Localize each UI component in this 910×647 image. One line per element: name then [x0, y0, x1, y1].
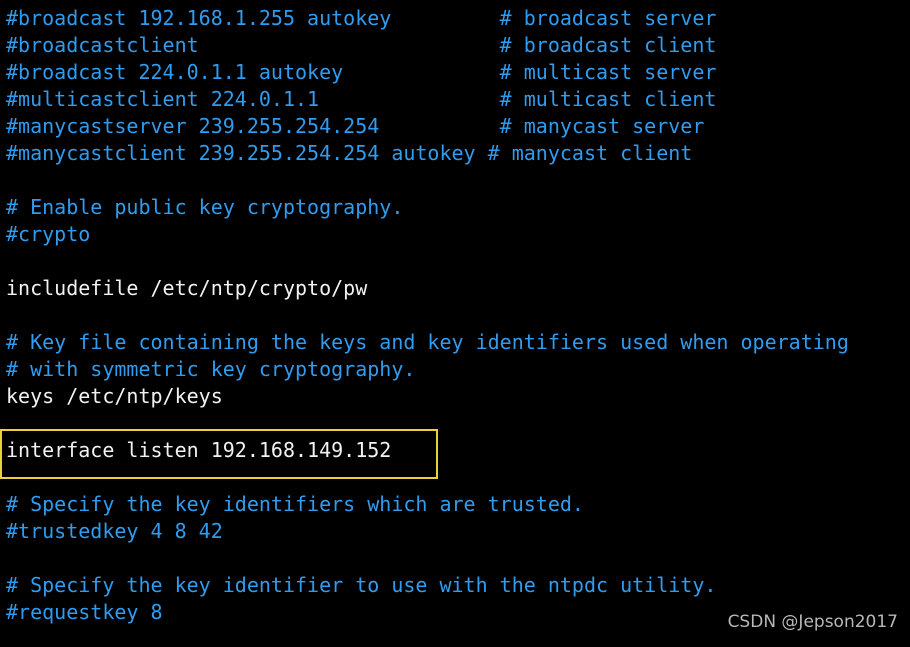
config-line: includefile /etc/ntp/crypto/pw	[6, 276, 368, 300]
comment-line: #broadcast 224.0.1.1 autokey # multicast…	[6, 60, 717, 84]
highlight-box	[0, 429, 438, 479]
comment-line: #broadcastclient # broadcast client	[6, 33, 717, 57]
comment-line: # with symmetric key cryptography.	[6, 357, 416, 381]
watermark: CSDN @Jepson2017	[727, 612, 898, 632]
config-line: keys /etc/ntp/keys	[6, 384, 223, 408]
comment-line: # Specify the key identifiers which are …	[6, 492, 584, 516]
comment-line: #multicastclient 224.0.1.1 # multicast c…	[6, 87, 717, 111]
comment-line: # Specify the key identifier to use with…	[6, 573, 717, 597]
comment-line: #requestkey 8	[6, 600, 163, 624]
comment-line: #crypto	[6, 222, 91, 246]
comment-line: # Enable public key cryptography.	[6, 195, 404, 219]
comment-line: #broadcast 192.168.1.255 autokey # broad…	[6, 6, 717, 30]
comment-line: #manycastserver 239.255.254.254 # manyca…	[6, 114, 705, 138]
terminal-output: #broadcast 192.168.1.255 autokey # broad…	[6, 5, 849, 626]
comment-line: # Key file containing the keys and key i…	[6, 330, 849, 354]
comment-line: #trustedkey 4 8 42	[6, 519, 223, 543]
comment-line: #manycastclient 239.255.254.254 autokey …	[6, 141, 693, 165]
